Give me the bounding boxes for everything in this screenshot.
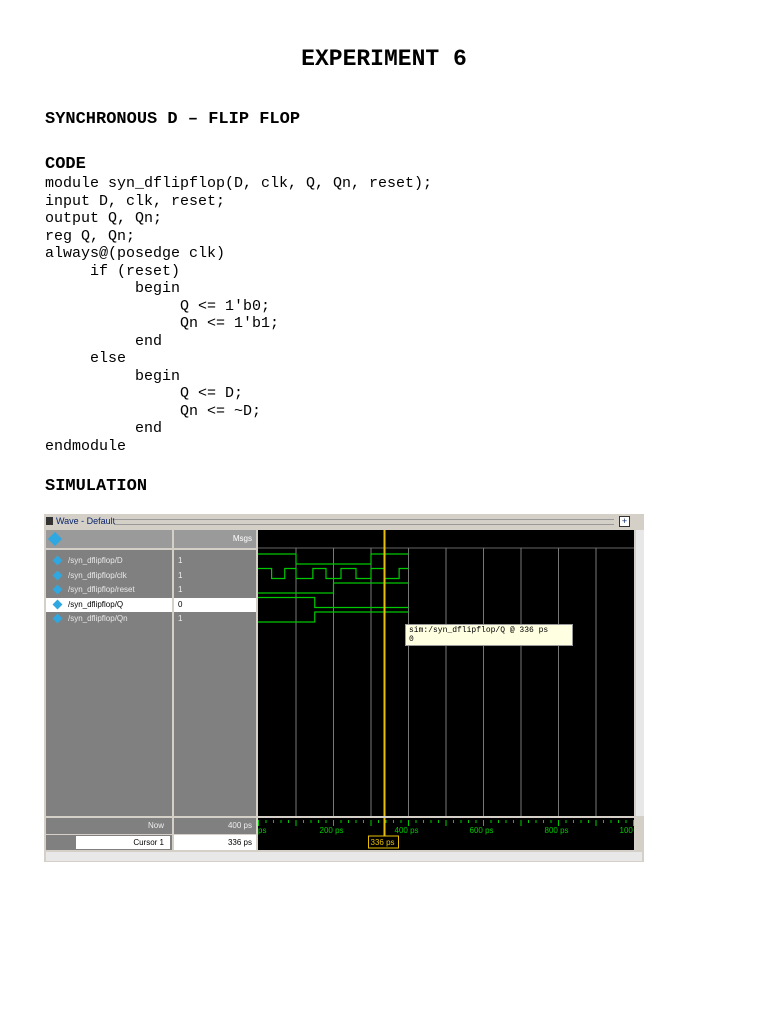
add-icon: + <box>619 516 630 527</box>
signal-name-label: /syn_dflipflop/Q <box>68 599 124 609</box>
window-icon <box>46 517 53 525</box>
signal-name-label: /syn_dflipflop/reset <box>68 585 135 594</box>
signal-value: 1 <box>178 585 183 594</box>
signal-values-panel: 1 1 1 0 1 <box>174 550 256 816</box>
signal-name[interactable]: /syn_dflipflop/D <box>52 554 123 568</box>
signal-name[interactable]: /syn_dflipflop/reset <box>52 583 135 597</box>
document-title: EXPERIMENT 6 <box>301 46 467 72</box>
drag-grip <box>114 519 614 525</box>
time-tick-label: ps <box>258 826 266 835</box>
waveform-area[interactable] <box>258 530 634 816</box>
signal-diamond-icon <box>52 570 63 580</box>
signal-name[interactable]: /syn_dflipflop/Qn <box>52 612 128 626</box>
time-tick-label: 200 ps <box>320 826 344 835</box>
wave-window-screenshot: Wave - Default + Msgs /syn_dflipflop/D/s… <box>44 514 644 862</box>
section-heading: SYNCHRONOUS D – FLIP FLOP <box>45 110 301 129</box>
wave-window-title: Wave - Default <box>56 516 116 526</box>
signal-diamond-icon <box>52 584 63 595</box>
cursor-label[interactable]: Cursor 1 <box>133 838 164 847</box>
time-tick-label: 400 ps <box>395 826 419 835</box>
vertical-scrollbar[interactable] <box>636 530 644 816</box>
cursor-row: Cursor 1 <box>46 835 172 850</box>
time-axis: ps 200 ps 400 ps 600 ps 800 ps 100 336 ps <box>258 818 634 850</box>
now-value: 400 ps <box>227 821 252 830</box>
time-tick-label: 600 ps <box>470 826 494 835</box>
names-header <box>46 530 172 548</box>
signal-names-panel: /syn_dflipflop/D/syn_dflipflop/clk/syn_d… <box>46 550 172 816</box>
cursor-tooltip: sim:/syn_dflipflop/Q @ 336 ps 0 <box>405 624 573 646</box>
signal-value: 1 <box>178 556 183 565</box>
signal-value: 0 <box>174 597 256 612</box>
signal-diamond-icon <box>52 613 63 624</box>
cursor-time-label: 336 ps <box>371 838 395 847</box>
msgs-header-label: Msgs <box>232 534 252 543</box>
cursor-value-cell: 336 ps <box>174 835 256 850</box>
verilog-code: module syn_dflipflop(D, clk, Q, Qn, rese… <box>45 175 433 455</box>
cursor-value: 336 ps <box>227 838 252 847</box>
document-page: EXPERIMENT 6 SYNCHRONOUS D – FLIP FLOP C… <box>0 0 768 1024</box>
now-row: Now <box>46 818 172 834</box>
signal-type-icon <box>47 531 63 547</box>
signal-name[interactable]: /syn_dflipflop/clk <box>52 569 127 583</box>
now-value-cell: 400 ps <box>174 818 256 834</box>
time-tick-label: 800 ps <box>545 826 569 835</box>
msgs-header: Msgs <box>174 530 256 548</box>
horizontal-scrollbar[interactable] <box>46 852 642 861</box>
code-label: CODE <box>45 155 86 174</box>
time-tick-label: 100 <box>620 826 634 835</box>
signal-name[interactable]: /syn_dflipflop/Q <box>46 597 172 612</box>
signal-name-label: /syn_dflipflop/clk <box>68 570 127 580</box>
signal-value: 1 <box>178 614 183 623</box>
simulation-label: SIMULATION <box>45 477 148 496</box>
wave-title-bar: Wave - Default + <box>44 514 644 528</box>
signal-diamond-icon <box>52 555 63 566</box>
tooltip-value: 0 <box>409 635 414 644</box>
now-label: Now <box>147 821 164 830</box>
signal-name-label: /syn_dflipflop/Qn <box>68 614 128 623</box>
signal-name-label: /syn_dflipflop/D <box>68 556 123 565</box>
tooltip-signal: sim:/syn_dflipflop/Q @ 336 ps <box>409 626 549 635</box>
signal-diamond-icon <box>52 599 63 609</box>
signal-value: 1 <box>178 570 183 580</box>
